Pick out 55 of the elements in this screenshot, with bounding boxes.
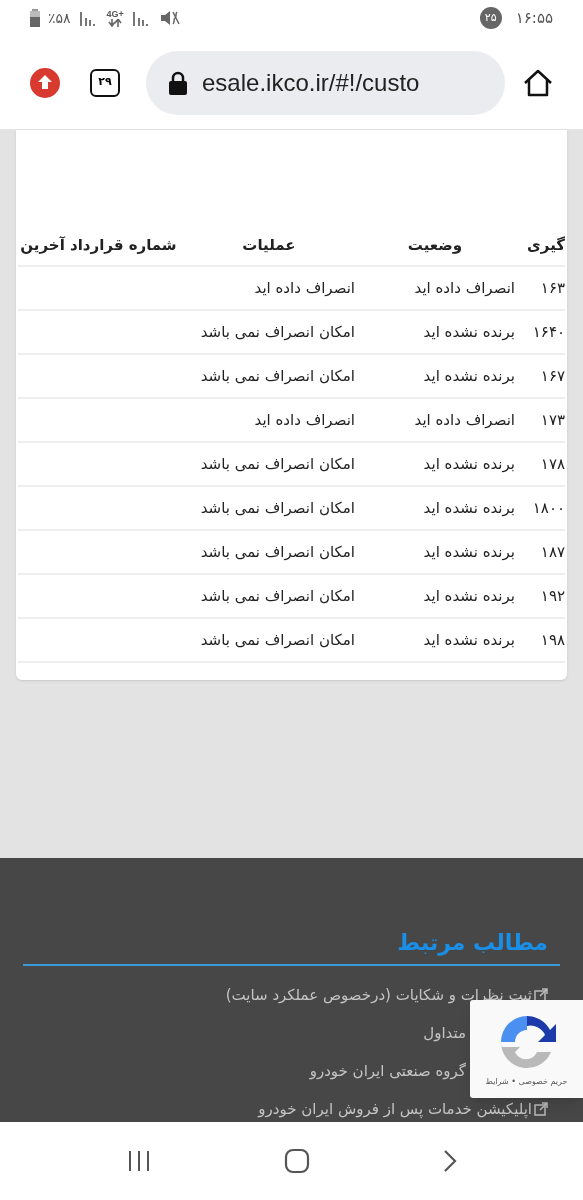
table-cell: انصراف داده اید (414, 278, 515, 297)
table-cell: ۱۶۴۰ (532, 322, 565, 341)
table-cell: امکان انصراف نمی باشد (200, 322, 355, 341)
battery-icon (30, 9, 40, 27)
table-cell: امکان انصراف نمی باشد (200, 498, 355, 517)
table-cell: ۱۹۲ (540, 586, 565, 605)
table-cell: امکان انصراف نمی باشد (200, 586, 355, 605)
clock-time: ۱۶:۵۵ (515, 7, 553, 29)
section-title: مطالب مرتبط (396, 932, 549, 958)
footer-link[interactable]: اپلیکیشن خدمات پس از فروش ایران خودرو (258, 1097, 532, 1121)
table-cell: ۱۶۳ (540, 278, 565, 297)
column-header: گیری (527, 235, 565, 254)
external-link-icon (534, 1102, 548, 1116)
network-type: 4G+ (106, 9, 124, 19)
recaptcha-terms[interactable]: حریم خصوصی • شرایط (485, 1076, 568, 1088)
external-link-icon (534, 988, 548, 1002)
table-cell: برنده نشده اید (423, 454, 515, 473)
table-cell: ۱۷۳ (540, 410, 565, 429)
column-header: شماره قرارداد آخرین (20, 235, 177, 254)
table-cell: ۱۸۷ (540, 542, 565, 561)
table-cell: انصراف داده اید (254, 410, 355, 429)
mute-icon (159, 9, 180, 27)
address-bar[interactable]: esale.ikco.ir/#!/custo (146, 50, 505, 115)
home-button-icon[interactable] (283, 1148, 310, 1174)
table-cell: ۱۹۸ (540, 630, 565, 649)
table-cell: برنده نشده اید (423, 366, 515, 385)
footer-link[interactable]: گروه صنعتی ایران خودرو (309, 1059, 466, 1083)
table-cell: انصراف داده اید (414, 410, 515, 429)
table-cell: امکان انصراف نمی باشد (200, 366, 355, 385)
table-cell: ۱۷۸ (540, 454, 565, 473)
table-cell: ۱۸۰۰ (532, 498, 565, 517)
tab-count-button[interactable]: ۲۹ (90, 68, 120, 97)
table-cell: امکان انصراف نمی باشد (200, 630, 355, 649)
table-cell: برنده نشده اید (423, 498, 515, 517)
lock-icon (168, 70, 188, 95)
table-cell: برنده نشده اید (423, 630, 515, 649)
upload-icon[interactable] (30, 67, 60, 98)
column-header: وضعیت (407, 235, 463, 254)
table-cell: امکان انصراف نمی باشد (200, 542, 355, 561)
battery-percent: ٪۵۸ (48, 8, 71, 28)
back-icon[interactable] (442, 1149, 457, 1173)
table-cell: برنده نشده اید (423, 542, 515, 561)
notification-badge: ۲۵ (479, 7, 502, 29)
column-header: عملیات (242, 235, 296, 254)
url-text: esale.ikco.ir/#!/custo (202, 67, 420, 98)
data-arrows-icon (108, 18, 123, 27)
table-cell: انصراف داده اید (254, 278, 355, 297)
table-cell: امکان انصراف نمی باشد (200, 454, 355, 473)
table-cell: برنده نشده اید (423, 322, 515, 341)
footer-link[interactable]: متداول (423, 1021, 466, 1045)
table-cell: ۱۶۷ (540, 366, 565, 385)
recaptcha-badge[interactable]: حریم خصوصی • شرایط (470, 1000, 583, 1098)
table-cell: برنده نشده اید (423, 586, 515, 605)
recent-apps-icon[interactable] (126, 1150, 151, 1172)
home-icon[interactable] (523, 68, 553, 97)
